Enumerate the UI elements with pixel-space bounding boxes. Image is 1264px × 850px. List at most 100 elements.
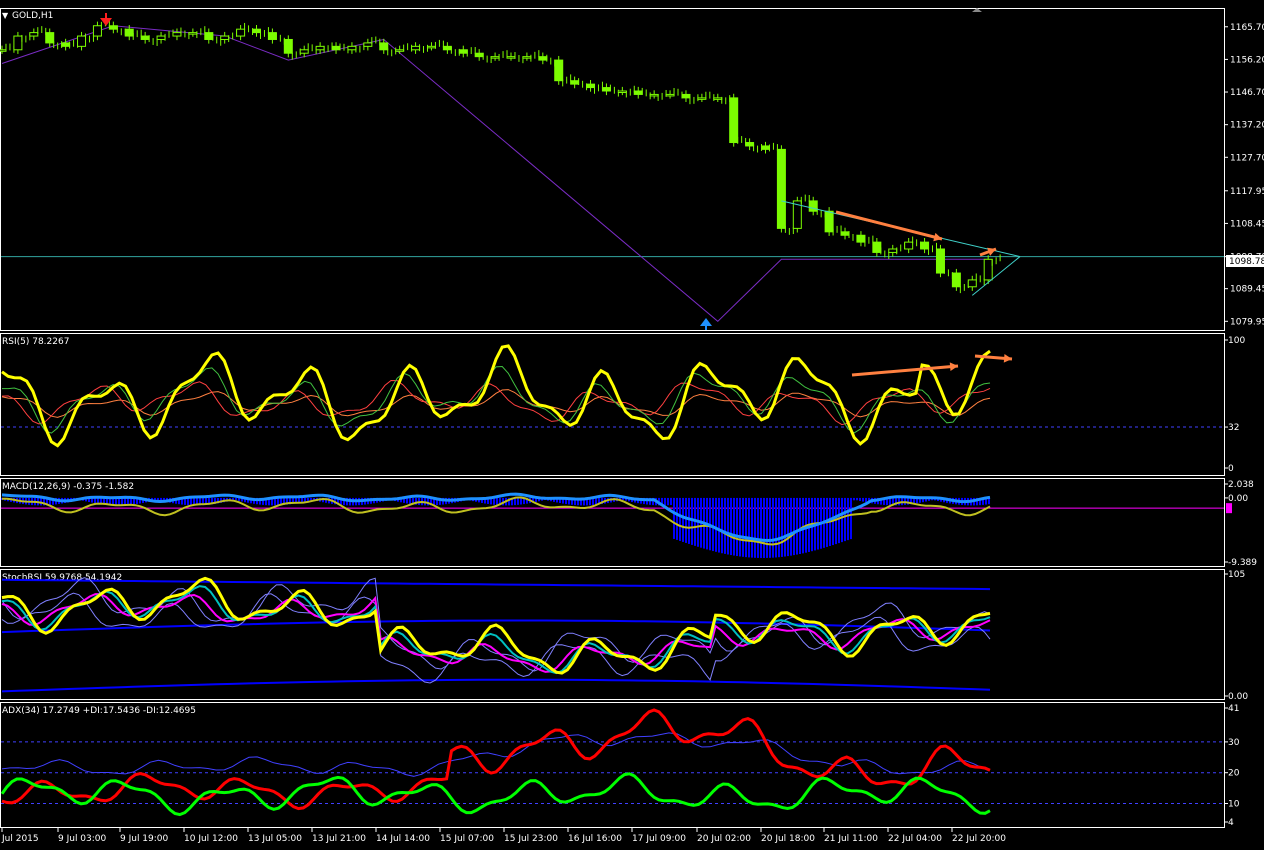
stoch-lower-band (1, 678, 991, 693)
candle-body (172, 32, 182, 37)
candle-body (888, 248, 898, 253)
time-tick-label: 22 Jul 20:00 (952, 834, 1006, 844)
chart-window: GOLD,H1 RSI(5) 78.2267 MACD(12,26,9) -0.… (0, 0, 1264, 850)
adx-panel-title: ADX(34) 17.2749 +DI:17.5436 -DI:12.4695 (2, 706, 196, 716)
indicator-tick-label: 32 (1228, 423, 1239, 433)
indicator-tick-label: 30 (1228, 738, 1240, 748)
candle-body (77, 35, 87, 47)
candle-body (506, 56, 516, 59)
price-tick-label: 1079.95 (1230, 317, 1264, 327)
candle-body (633, 90, 643, 95)
candle-body (665, 93, 675, 97)
time-tick-label: 9 Jul 03:00 (58, 834, 107, 844)
price-tick-label: 1137.20 (1230, 121, 1264, 131)
trading-chart[interactable]: GOLD,H1 RSI(5) 78.2267 MACD(12,26,9) -0.… (0, 0, 1264, 850)
candle-body (617, 90, 627, 93)
candle-body (0, 49, 7, 52)
time-tick-label: 15 Jul 23:00 (504, 834, 558, 844)
candle-body (13, 35, 23, 51)
rsi-annotation-arrow-small-head (1003, 354, 1012, 363)
candle-body (490, 56, 500, 59)
candle-body (92, 25, 102, 37)
candle-body (315, 45, 325, 51)
price-panel-frame (0, 8, 1225, 331)
candle-body (156, 35, 166, 40)
candle-body (61, 42, 71, 47)
candle-body (108, 25, 118, 30)
candle-body (379, 42, 389, 51)
price-tick-label: 1146.70 (1230, 88, 1264, 98)
candle-body (411, 45, 421, 51)
candle-body (570, 80, 580, 85)
candle-body (363, 42, 373, 47)
candle-body (283, 38, 293, 54)
time-tick-label: 16 Jul 16:00 (568, 834, 622, 844)
candle-body (299, 49, 309, 54)
rsi-panel-title: RSI(5) 78.2267 (2, 337, 69, 347)
indicator-tick-label: 41 (1228, 704, 1239, 714)
candle-body (204, 32, 214, 40)
candle-body (331, 45, 341, 51)
candle-body (538, 56, 548, 61)
price-axis: 1165.70 1156.20 1146.70 1137.20 1127.70 1117.… (1224, 23, 1264, 828)
time-axis: Jul 2015 9 Jul 03:00 9 Jul 19:00 10 Jul 12:… (1, 828, 1006, 844)
candle-body (347, 45, 357, 51)
candle-body (761, 145, 770, 150)
indicator-tick-label: -9.389 (1228, 558, 1257, 568)
buy-arrow-icon (700, 318, 712, 326)
price-tick-label: 1108.45 (1230, 219, 1264, 229)
indicator-tick-label: 20 (1228, 769, 1240, 779)
price-plot (0, 8, 1224, 330)
candle-body (236, 28, 246, 37)
candle-body (474, 52, 484, 58)
rsi-annotation-arrow (851, 364, 959, 377)
candle-body (840, 231, 850, 236)
time-tick-label: 13 Jul 21:00 (312, 834, 366, 844)
candle-body (951, 272, 961, 288)
candle-body (140, 35, 150, 40)
rsi-panel-frame (0, 333, 1225, 476)
indicator-tick-label: 0 (1228, 464, 1234, 474)
candle-body (458, 49, 468, 54)
candle-body (124, 28, 134, 37)
time-tick-label: 13 Jul 05:00 (248, 834, 302, 844)
current-price-label: 1098.78 (1229, 257, 1264, 267)
stochrsi-plot (1, 576, 991, 693)
adx-panel-frame (0, 702, 1225, 828)
time-tick-label: 10 Jul 12:00 (184, 834, 238, 844)
price-panel-title: GOLD,H1 (12, 11, 53, 21)
candle-body (395, 49, 405, 52)
time-tick-label: Jul 2015 (1, 834, 39, 844)
time-tick-label: 14 Jul 14:00 (376, 834, 430, 844)
indicator-tick-label: 4 (1228, 818, 1234, 828)
candle-body (856, 234, 866, 243)
indicator-tick-label: 100 (1228, 336, 1245, 346)
candle-body (983, 258, 993, 281)
candle-body (601, 87, 611, 92)
candle-body (188, 32, 198, 35)
indicator-tick-label: 2.038 (1228, 480, 1254, 490)
candle-body (522, 56, 532, 59)
candle-body (586, 83, 596, 89)
candle-body (713, 97, 723, 100)
stoch-envelope-lower (1, 592, 991, 684)
adx-main-line (1, 732, 991, 777)
candle-body (649, 93, 659, 97)
macd-plot (1, 492, 1232, 558)
time-tick-label: 20 Jul 02:00 (697, 834, 751, 844)
rsi-plot (1, 344, 1224, 448)
time-tick-label: 17 Jul 09:00 (632, 834, 686, 844)
candle-body (426, 45, 436, 49)
time-tick-label: 20 Jul 18:00 (761, 834, 815, 844)
price-tick-label: 1117.95 (1230, 187, 1264, 197)
rsi-fast-ma-line (2, 365, 991, 434)
collapse-icon[interactable]: ▼ (2, 11, 9, 20)
candle-body (824, 210, 834, 233)
rsi-line (1, 344, 991, 448)
price-tick-label: 1156.20 (1230, 55, 1264, 65)
rsi-annotation-arrow-head (949, 362, 958, 371)
candle-body (729, 97, 739, 144)
macd-panel-title: MACD(12,26,9) -0.375 -1.582 (2, 482, 134, 492)
candle-body (935, 248, 945, 274)
candle-body (904, 241, 914, 250)
